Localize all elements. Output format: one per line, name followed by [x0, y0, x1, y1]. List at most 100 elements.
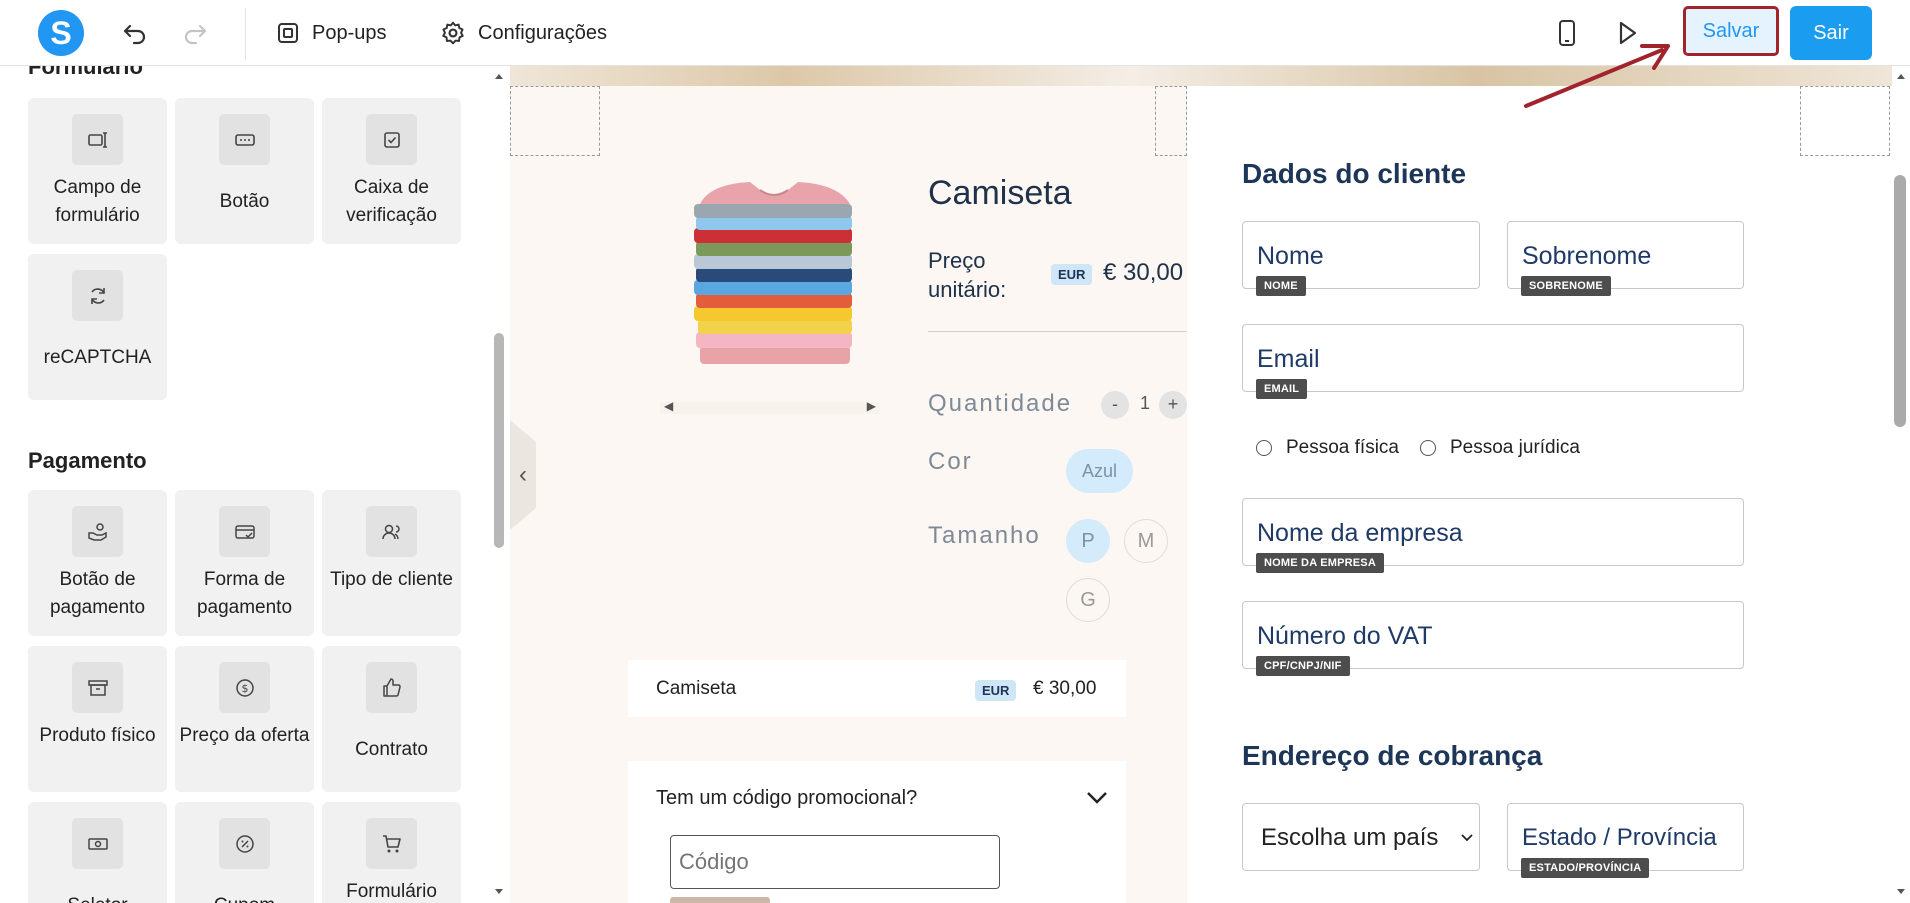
hand-coin-icon	[72, 506, 123, 557]
element-selector[interactable]: Seletor	[28, 802, 167, 903]
svg-text:$: $	[241, 682, 248, 695]
discount-icon	[219, 818, 270, 869]
element-label: Forma de pagamento	[196, 569, 293, 618]
radio-individual[interactable]: Pessoa física	[1256, 437, 1399, 459]
email-field[interactable]: Email	[1242, 324, 1744, 392]
exit-button[interactable]: Sair	[1790, 6, 1872, 60]
empty-slot[interactable]	[1155, 86, 1187, 156]
popups-label: Pop-ups	[312, 21, 387, 44]
element-form-field[interactable]: Campo de formulário	[28, 98, 167, 244]
quantity-minus-button[interactable]: -	[1101, 391, 1129, 419]
color-option-blue[interactable]: Azul	[1066, 449, 1133, 493]
thumbs-up-icon	[366, 662, 417, 713]
element-order-form[interactable]: Formulário	[322, 802, 461, 903]
radio-circle[interactable]	[1256, 440, 1272, 456]
currency-badge: EUR	[1051, 264, 1093, 285]
element-label: Campo de formulário	[53, 177, 142, 226]
sidebar-scroll-thumb[interactable]	[494, 333, 504, 548]
element-label: Contrato	[355, 739, 428, 760]
element-label: Seletor	[28, 892, 167, 903]
scroll-down-arrow-icon[interactable]	[1896, 888, 1906, 896]
empty-slot[interactable]	[1800, 86, 1890, 156]
form-field-icon	[72, 114, 123, 165]
element-payment-method[interactable]: Forma de pagamento	[175, 490, 314, 636]
billing-address-title: Endereço de cobrança	[1242, 740, 1543, 771]
country-select[interactable]: Escolha um país	[1242, 803, 1480, 871]
element-offer-price[interactable]: $ Preço da oferta	[175, 646, 314, 792]
decorative-banner	[510, 66, 1892, 86]
element-label: Cupom	[175, 892, 314, 903]
element-physical-product[interactable]: Produto físico	[28, 646, 167, 792]
element-label: Tipo de cliente	[330, 569, 453, 590]
state-tag: ESTADO/PROVÍNCIA	[1521, 858, 1650, 878]
scroll-down-arrow-icon[interactable]	[494, 888, 504, 896]
first-name-value: Nome	[1257, 242, 1324, 270]
last-name-tag: SOBRENOME	[1521, 276, 1611, 296]
size-option-p[interactable]: P	[1066, 519, 1110, 563]
element-label: Formulário	[346, 881, 437, 902]
page-canvas: ‹ ◀ ▶ Camiseta Preço unitário: EUR € 30,…	[510, 66, 1892, 903]
recaptcha-icon	[72, 270, 123, 321]
vat-number-tag: CPF/CNPJ/NIF	[1256, 656, 1350, 676]
scroll-up-arrow-icon[interactable]	[1896, 72, 1906, 80]
quantity-value[interactable]: 1	[1140, 393, 1150, 414]
element-customer-type[interactable]: Tipo de cliente	[322, 490, 461, 636]
promo-question[interactable]: Tem um código promocional?	[656, 787, 917, 810]
color-label: Cor	[928, 448, 973, 475]
promo-code-input[interactable]	[670, 835, 1000, 889]
promo-code-box: Tem um código promocional?	[628, 761, 1126, 903]
vat-number-value: Número do VAT	[1257, 622, 1433, 650]
last-name-value: Sobrenome	[1522, 242, 1652, 270]
payment-section-title: Pagamento	[28, 448, 147, 473]
element-label: Botão	[219, 191, 270, 212]
country-select-value: Escolha um país	[1261, 824, 1439, 851]
app-logo[interactable]: S	[38, 10, 84, 56]
archive-box-icon	[72, 662, 123, 713]
popups-button[interactable]: Pop-ups	[276, 20, 387, 46]
settings-button[interactable]: Configurações	[440, 20, 607, 46]
undo-icon[interactable]	[120, 18, 150, 48]
radio-circle[interactable]	[1420, 440, 1436, 456]
image-slider[interactable]: ◀ ▶	[660, 399, 880, 414]
size-option-m[interactable]: M	[1124, 519, 1168, 563]
gear-icon	[442, 21, 464, 45]
apply-promo-button[interactable]	[670, 897, 770, 903]
quantity-plus-button[interactable]: +	[1159, 391, 1187, 419]
slider-right-arrow-icon[interactable]: ▶	[867, 399, 876, 413]
settings-label: Configurações	[478, 21, 607, 44]
product-image	[694, 182, 852, 364]
card-icon	[219, 506, 270, 557]
size-label: Tamanho	[928, 522, 1041, 549]
annotation-arrow	[1524, 44, 1670, 108]
element-coupon[interactable]: Cupom	[175, 802, 314, 903]
element-contract[interactable]: Contrato	[322, 646, 461, 792]
radio-company-label: Pessoa jurídica	[1450, 437, 1580, 458]
radio-company[interactable]: Pessoa jurídica	[1420, 437, 1580, 459]
element-recaptcha[interactable]: reCAPTCHA	[28, 254, 167, 400]
button-icon	[219, 114, 270, 165]
element-button[interactable]: Botão	[175, 98, 314, 244]
checkbox-icon	[366, 114, 417, 165]
radio-individual-label: Pessoa física	[1286, 437, 1399, 458]
element-payment-button[interactable]: Botão de pagamento	[28, 490, 167, 636]
empty-slot[interactable]	[510, 86, 600, 156]
elements-sidebar: Formulário Campo de formulário Botão Cai…	[0, 66, 494, 903]
element-checkbox[interactable]: Caixa de verificação	[322, 98, 461, 244]
summary-price: € 30,00	[1033, 678, 1097, 699]
email-value: Email	[1257, 345, 1320, 373]
canvas-scroll-thumb[interactable]	[1894, 175, 1906, 427]
summary-product-name: Camiseta	[656, 678, 737, 699]
first-name-tag: NOME	[1256, 276, 1306, 296]
element-label: Produto físico	[39, 725, 156, 746]
element-label: Caixa de verificação	[346, 177, 437, 226]
redo-icon[interactable]	[180, 18, 210, 48]
checkout-panel	[1187, 86, 1892, 903]
element-label: Botão de pagamento	[49, 569, 146, 618]
size-option-g[interactable]: G	[1066, 578, 1110, 622]
slider-left-arrow-icon[interactable]: ◀	[664, 399, 673, 413]
chevron-down-icon[interactable]	[1086, 791, 1108, 805]
save-button[interactable]: Salvar	[1683, 6, 1779, 56]
scroll-up-arrow-icon[interactable]	[494, 72, 504, 80]
divider	[928, 331, 1187, 332]
state-value: Estado / Província	[1522, 824, 1717, 851]
